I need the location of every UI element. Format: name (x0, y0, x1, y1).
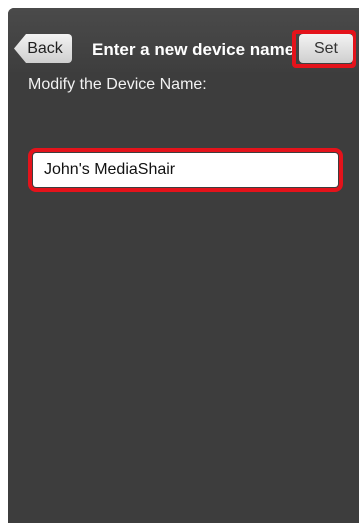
device-name-input[interactable] (33, 153, 338, 187)
app-screen: Back Enter a new device name Set Modify … (8, 8, 359, 523)
device-name-label: Modify the Device Name: (28, 76, 207, 93)
page-title: Enter a new device name (92, 40, 295, 59)
set-button[interactable]: Set (299, 34, 353, 63)
back-button[interactable]: Back (14, 34, 72, 63)
navigation-bar: Back Enter a new device name Set (8, 8, 359, 72)
